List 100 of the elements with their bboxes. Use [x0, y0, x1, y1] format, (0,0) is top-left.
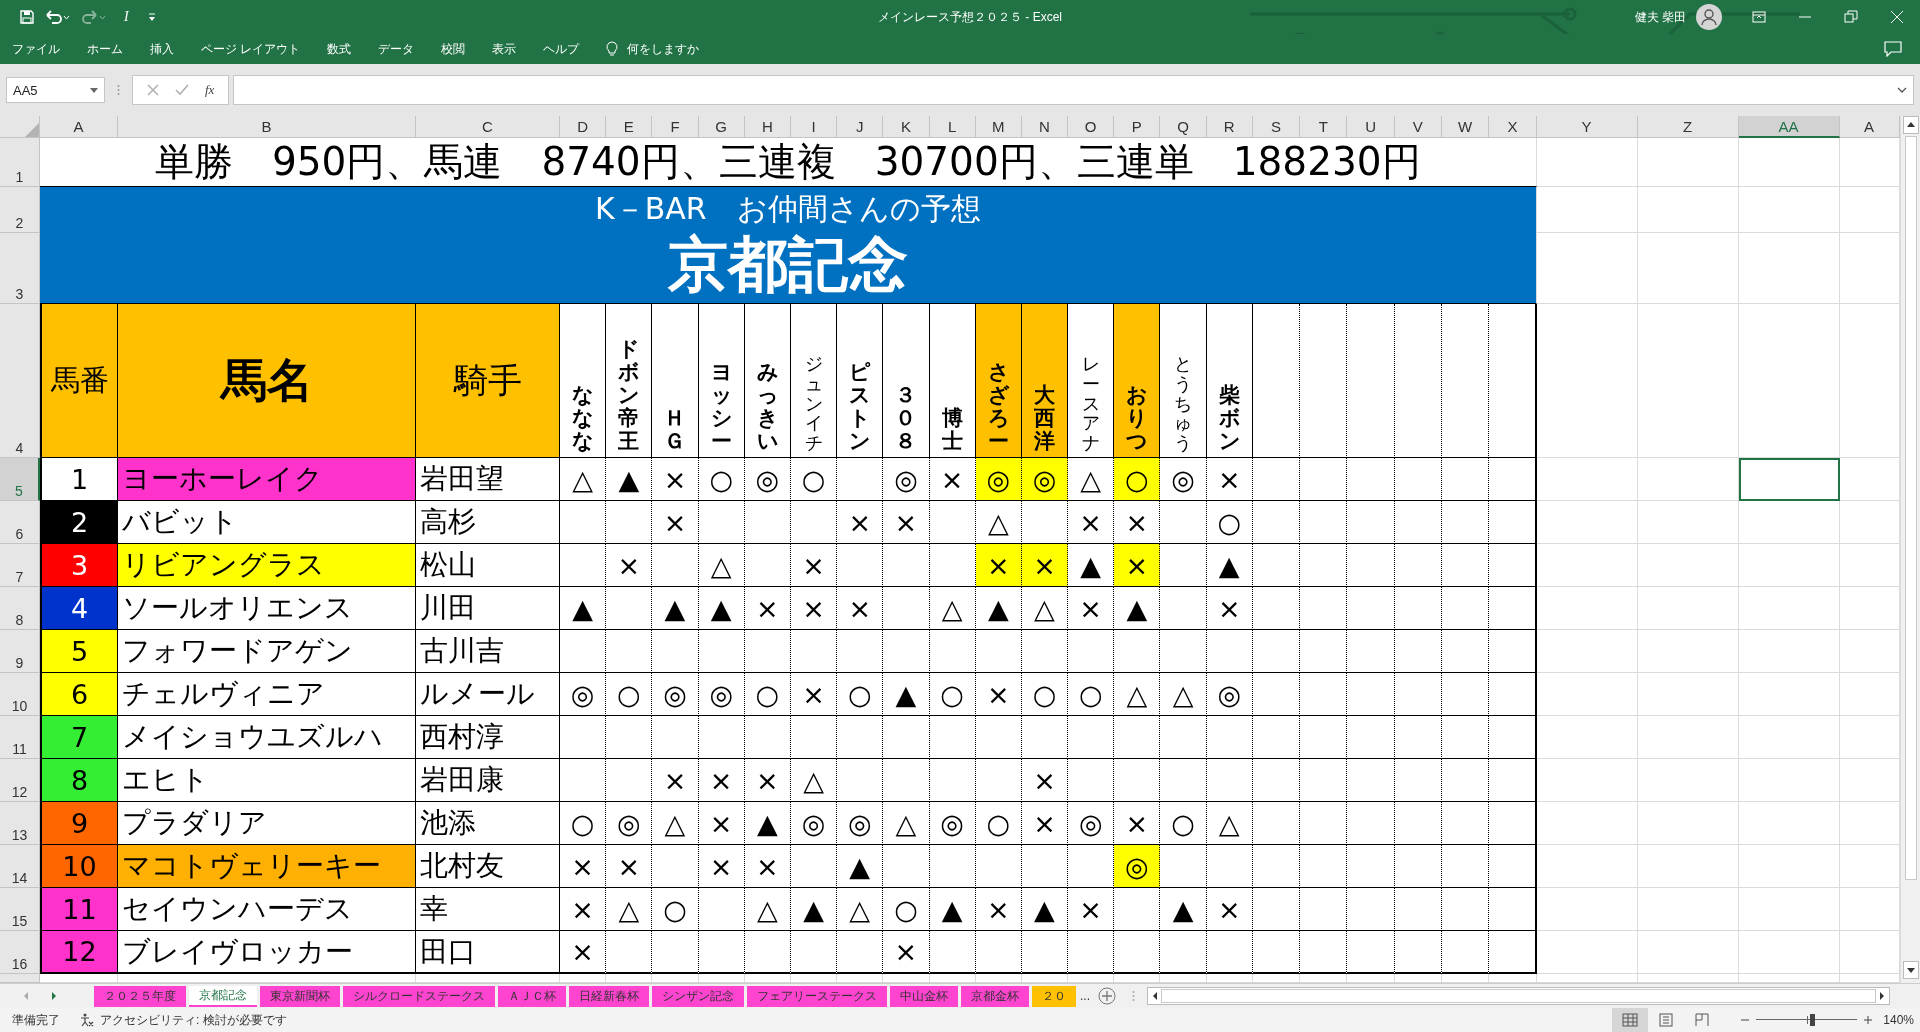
- column-header[interactable]: Q: [1160, 116, 1207, 138]
- name-box[interactable]: AA5: [6, 77, 105, 103]
- row-header[interactable]: 1: [0, 138, 40, 187]
- sheet-tab[interactable]: 中山金杯: [890, 985, 958, 1007]
- menu-tab[interactable]: 校閲: [441, 40, 466, 58]
- column-header[interactable]: Z: [1637, 116, 1739, 138]
- column-header[interactable]: O: [1068, 116, 1115, 138]
- close-icon[interactable]: [1890, 10, 1904, 24]
- ribbon-display-icon[interactable]: [1752, 10, 1766, 24]
- row-header[interactable]: 5: [0, 458, 40, 501]
- scroll-down-icon[interactable]: [1902, 961, 1919, 979]
- column-header[interactable]: M: [975, 116, 1022, 138]
- enter-check-icon[interactable]: [175, 84, 189, 96]
- sheet-tab[interactable]: ＡＪＣ杯: [498, 985, 566, 1007]
- page-break-view-icon[interactable]: [1694, 1013, 1711, 1027]
- dropdown-caret-icon[interactable]: [90, 87, 98, 93]
- sheet-tab[interactable]: 日経新春杯: [569, 985, 649, 1007]
- zoom-in-icon[interactable]: [1863, 1015, 1874, 1025]
- active-cell-cursor[interactable]: [1738, 458, 1840, 501]
- comment-icon[interactable]: [1884, 41, 1902, 57]
- row-header[interactable]: 14: [0, 845, 40, 888]
- sheet-tab[interactable]: シンザン記念: [652, 985, 744, 1007]
- scrollbar-thumb[interactable]: [1904, 136, 1917, 880]
- column-header[interactable]: E: [606, 116, 653, 138]
- more-sheets-button[interactable]: ...: [1080, 989, 1090, 1003]
- save-icon[interactable]: [20, 10, 34, 24]
- new-sheet-plus-icon[interactable]: [1098, 987, 1116, 1005]
- column-header[interactable]: C: [416, 116, 560, 138]
- column-header[interactable]: J: [837, 116, 884, 138]
- slider-thumb[interactable]: [1809, 1014, 1815, 1026]
- normal-view-icon[interactable]: [1622, 1013, 1639, 1027]
- menu-tab[interactable]: ページ レイアウト: [201, 40, 301, 58]
- menu-tab[interactable]: ファイル: [12, 40, 60, 58]
- sheet-tab[interactable]: シルクロードステークス: [343, 985, 495, 1007]
- next-sheet-icon[interactable]: [50, 991, 58, 1001]
- row-header[interactable]: 7: [0, 544, 40, 587]
- column-header[interactable]: N: [1021, 116, 1069, 138]
- formula-input[interactable]: [233, 75, 1914, 105]
- column-header[interactable]: B: [118, 116, 416, 138]
- sheet-tab[interactable]: ２０: [1032, 985, 1076, 1007]
- scroll-up-icon[interactable]: [1902, 116, 1919, 134]
- row-header[interactable]: 10: [0, 673, 40, 716]
- mark-cell: ×: [1021, 802, 1069, 845]
- expand-chevron-icon[interactable]: [1897, 87, 1907, 93]
- row-header[interactable]: 9: [0, 630, 40, 673]
- column-header[interactable]: H: [744, 116, 791, 138]
- column-header[interactable]: U: [1347, 116, 1395, 138]
- column-header[interactable]: P: [1114, 116, 1161, 138]
- customize-caret-icon[interactable]: [146, 12, 157, 22]
- column-header[interactable]: AA: [1738, 116, 1840, 138]
- menu-tab[interactable]: データ: [378, 40, 415, 58]
- page-layout-view-icon[interactable]: [1658, 1013, 1675, 1027]
- horizontal-scrollbar[interactable]: [1147, 987, 1890, 1005]
- undo-icon[interactable]: [46, 10, 70, 24]
- menu-tab[interactable]: 数式: [327, 40, 352, 58]
- row-header[interactable]: 16: [0, 931, 40, 974]
- column-header[interactable]: X: [1489, 116, 1537, 138]
- scroll-right-icon[interactable]: [1878, 991, 1886, 1001]
- row-header[interactable]: 8: [0, 587, 40, 630]
- row-header[interactable]: 13: [0, 802, 40, 845]
- row-header[interactable]: 15: [0, 888, 40, 931]
- column-header[interactable]: A: [40, 116, 118, 138]
- menu-tab[interactable]: ホーム: [87, 40, 123, 58]
- column-header[interactable]: D: [560, 116, 607, 138]
- column-header[interactable]: G: [698, 116, 745, 138]
- zoom-slider[interactable]: [1756, 1014, 1858, 1026]
- zoom-level[interactable]: 140%: [1883, 1013, 1914, 1027]
- column-header[interactable]: S: [1252, 116, 1301, 138]
- column-header[interactable]: T: [1300, 116, 1348, 138]
- sheet-tab[interactable]: 京都金杯: [961, 985, 1029, 1007]
- restore-icon[interactable]: [1844, 10, 1858, 24]
- column-header[interactable]: Y: [1536, 116, 1638, 138]
- accessibility-status[interactable]: アクセシビリティ: 検討が必要です: [100, 1011, 287, 1029]
- italic-button[interactable]: I: [118, 9, 135, 25]
- menu-tab[interactable]: ヘルプ: [543, 40, 580, 58]
- avatar-icon[interactable]: [1696, 4, 1722, 30]
- column-header[interactable]: K: [883, 116, 930, 138]
- column-header[interactable]: W: [1442, 116, 1490, 138]
- scroll-left-icon[interactable]: [1151, 991, 1159, 1001]
- column-header[interactable]: F: [652, 116, 699, 138]
- sheet-tab[interactable]: 東京新聞杯: [260, 985, 340, 1007]
- sheet-tab[interactable]: ２０２５年度: [94, 985, 186, 1007]
- row-header[interactable]: 12: [0, 759, 40, 802]
- tell-me-search[interactable]: 何をしますか: [627, 40, 700, 58]
- column-header[interactable]: L: [929, 116, 976, 138]
- column-header[interactable]: V: [1394, 116, 1442, 138]
- accessibility-icon[interactable]: [80, 1013, 94, 1027]
- column-header[interactable]: R: [1206, 116, 1253, 138]
- sheet-tab[interactable]: フェアリーステークス: [747, 985, 887, 1007]
- row-header[interactable]: 3: [0, 233, 40, 304]
- sheet-tab[interactable]: 京都記念: [189, 985, 257, 1007]
- column-header[interactable]: I: [790, 116, 838, 138]
- menu-tab[interactable]: 挿入: [150, 40, 174, 58]
- row-header[interactable]: 2: [0, 187, 40, 233]
- row-header[interactable]: 4: [0, 304, 40, 458]
- insert-function-button[interactable]: fx: [205, 82, 215, 98]
- menu-tab[interactable]: 表示: [492, 40, 517, 58]
- row-header[interactable]: 6: [0, 501, 40, 544]
- row-header[interactable]: 11: [0, 716, 40, 759]
- column-header[interactable]: A: [1839, 116, 1900, 138]
